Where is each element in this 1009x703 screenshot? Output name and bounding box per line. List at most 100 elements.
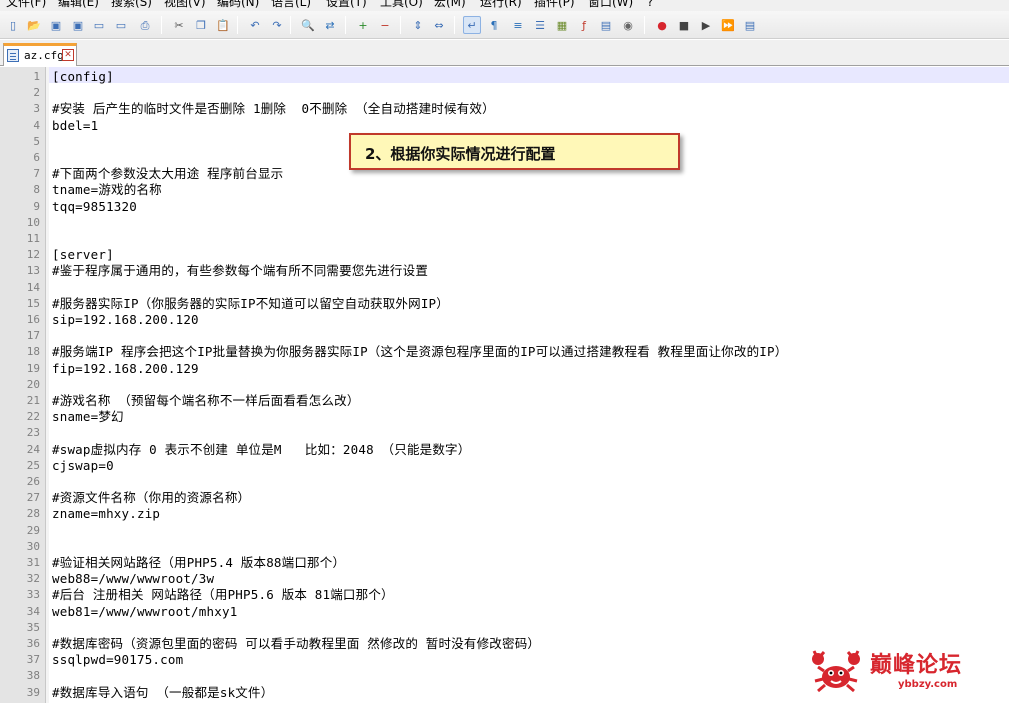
new-file-icon[interactable]: ▯ [4,16,22,34]
menu-bar: 文件(F) 编辑(E) 搜索(S) 视图(V) 编码(N) 语言(L) 设置(T) 工具(O)… [0,0,1009,11]
menu-item-5[interactable]: 语言(L) [271,0,311,9]
menu-item-6[interactable]: 设置(T) [326,0,367,9]
undo-icon[interactable]: ↶ [246,16,264,34]
menu-item-3[interactable]: 视图(V) [164,0,206,9]
line-number: 16 [26,313,40,326]
sync-horizontal-icon[interactable]: ⇔ [430,16,448,34]
code-line[interactable]: cjswap=0 [52,458,114,474]
line-number: 1 [33,70,40,83]
monitor-icon[interactable]: ◉ [619,16,637,34]
save-icon[interactable]: ▣ [47,16,65,34]
find-icon[interactable]: 🔍 [299,16,317,34]
line-number: 32 [26,572,40,586]
code-line[interactable]: #验证相关网站路径（用PHP5.4 版本88端口那个） [52,555,345,571]
menu-item-10[interactable]: 插件(P) [534,0,575,9]
code-line[interactable]: #数据库密码（资源包里面的密码 可以看手动教程里面 然修改的 暂时没有修改密码） [52,636,540,652]
code-line[interactable]: #swap虚拟内存 0 表示不创建 单位是M 比如：2048 （只能是数字） [52,442,470,458]
code-line[interactable]: sip=192.168.200.120 [52,312,199,328]
play-macro-icon[interactable]: ▶ [697,16,715,34]
record-macro-icon[interactable]: ● [653,16,671,34]
menu-item-2[interactable]: 搜索(S) [111,0,152,9]
line-number: 9 [33,199,40,213]
watermark-url: ybbzy.com [898,679,958,690]
line-number: 21 [26,394,40,407]
line-number: 27 [26,491,40,505]
user-lang-icon[interactable]: ☰ [531,16,549,34]
code-line[interactable]: fip=192.168.200.129 [52,361,199,377]
code-line[interactable]: tname=游戏的名称 [52,182,162,198]
annotation-callout: 2、根据你实际情况进行配置 [349,133,680,170]
code-line[interactable]: #数据库导入语句 （一般都是sk文件） [52,685,273,701]
toolbar-separator [290,16,291,34]
word-wrap-icon[interactable]: ↵ [463,16,481,34]
code-line[interactable]: #安装 后产生的临时文件是否删除 1删除 0不删除 （全自动搭建时候有效） [52,101,495,117]
current-line-highlight [49,67,1009,83]
crab-logo-icon [812,650,860,693]
menu-item-12[interactable]: ? [647,0,653,9]
sync-vertical-icon[interactable]: ⇕ [409,16,427,34]
menu-item-1[interactable]: 编辑(E) [58,0,99,9]
paste-icon[interactable]: 📋 [214,16,232,34]
line-number: 18 [26,345,40,359]
save-all-icon[interactable]: ▣ [69,16,87,34]
run-macro-multiple-icon[interactable]: ⏩ [719,16,737,34]
line-number: 22 [26,410,40,424]
code-line[interactable]: #游戏名称 （预留每个端名称不一样后面看看怎么改） [52,393,360,409]
code-line[interactable]: tqq=9851320 [52,199,137,215]
open-file-icon[interactable]: 📂 [25,16,43,34]
code-line[interactable]: web88=/www/wwwroot/3w [52,571,214,587]
line-number: 20 [26,377,40,391]
indent-guide-icon[interactable]: ≡ [509,16,527,34]
line-number: 3 [33,102,40,116]
zoom-in-icon[interactable]: + [354,16,372,34]
redo-icon[interactable]: ↷ [268,16,286,34]
code-line[interactable]: zname=mhxy.zip [52,506,160,522]
code-line[interactable]: bdel=1 [52,118,98,134]
show-all-chars-icon[interactable]: ¶ [485,16,503,34]
close-tab-icon[interactable]: ✕ [62,49,74,61]
doc-map-icon[interactable]: ▦ [553,16,571,34]
cut-icon[interactable]: ✂ [170,16,188,34]
close-all-icon[interactable]: ▭ [112,16,130,34]
line-number: 11 [26,232,40,245]
function-list-icon[interactable]: ƒ [575,16,593,34]
menu-item-7[interactable]: 工具(O) [380,0,423,9]
code-line[interactable]: sname=梦幻 [52,409,124,425]
line-number: 14 [26,280,40,294]
code-line[interactable]: #服务器实际IP（你服务器的实际IP不知道可以留空自动获取外网IP） [52,296,449,312]
tab-bar: az.cfg ✕ [0,40,1009,66]
zoom-out-icon[interactable]: − [376,16,394,34]
copy-icon[interactable]: ❐ [192,16,210,34]
watermark-text: 巅峰论坛 [870,653,963,678]
menu-item-9[interactable]: 运行(R) [480,0,522,9]
stop-record-icon[interactable]: ■ [675,16,693,34]
code-line[interactable]: #下面两个参数没太大用途 程序前台显示 [52,166,283,182]
code-line[interactable]: [config] [52,69,114,85]
replace-icon[interactable]: ⇄ [321,16,339,34]
line-number: 19 [26,361,40,375]
save-macro-icon[interactable]: ▤ [741,16,759,34]
line-number: 26 [26,475,40,488]
code-line[interactable]: #服务端IP 程序会把这个IP批量替换为你服务器实际IP（这个是资源包程序里面的… [52,344,787,360]
code-line[interactable]: #鉴于程序属于通用的，有些参数每个端有所不同需要您先进行设置 [52,263,428,279]
line-number: 37 [26,653,40,667]
code-line[interactable]: #资源文件名称（你用的资源名称） [52,490,250,506]
line-number: 39 [26,685,40,699]
menu-item-0[interactable]: 文件(F) [6,0,46,9]
line-number: 31 [26,556,40,569]
code-line[interactable]: [server] [52,247,114,263]
line-number: 10 [26,215,40,229]
line-number: 7 [33,167,40,181]
code-line[interactable]: web81=/www/wwwroot/mhxy1 [52,604,237,620]
folder-workspace-icon[interactable]: ▤ [597,16,615,34]
toolbar: ▯ 📂 ▣ ▣ ▭ ▭ ⎙ ✂ ❐ 📋 ↶ ↷ 🔍 ⇄ + − ⇕ ⇔ ↵ ¶ ≡ ☰ ▦ ƒ ▤ ◉ ● ■ ▶ ⏩ ▤ [0,11,1009,39]
menu-item-8[interactable]: 宏(M) [434,0,466,9]
print-icon[interactable]: ⎙ [136,16,154,34]
line-number: 38 [26,669,40,683]
menu-item-4[interactable]: 编码(N) [217,0,259,9]
code-line[interactable]: ssqlpwd=90175.com [52,652,183,668]
close-icon[interactable]: ▭ [90,16,108,34]
menu-item-11[interactable]: 窗口(W) [588,0,633,9]
tab-az-cfg[interactable]: az.cfg ✕ [3,43,77,66]
code-line[interactable]: #后台 注册相关 网站路径（用PHP5.6 版本 81端口那个） [52,587,394,603]
